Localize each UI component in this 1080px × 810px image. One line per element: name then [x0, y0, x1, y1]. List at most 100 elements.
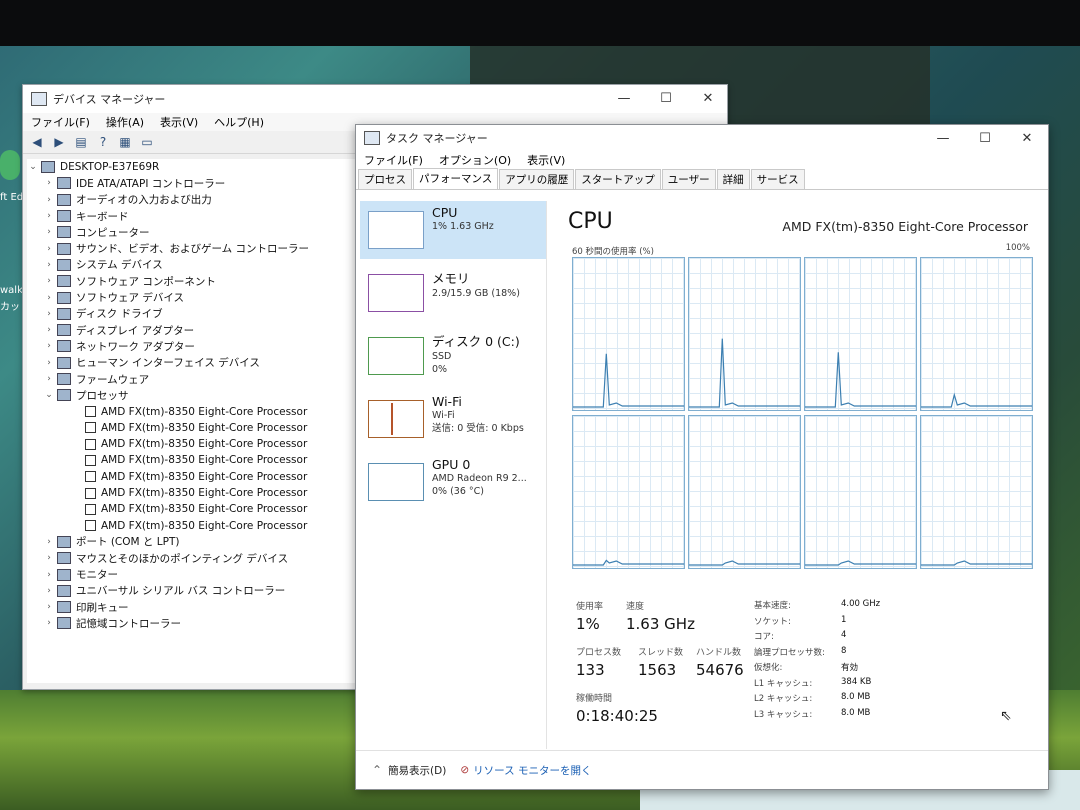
minimize-icon[interactable]: —	[922, 125, 964, 153]
expand-icon[interactable]: ›	[43, 358, 55, 368]
tree-item[interactable]: › サウンド、ビデオ、およびゲーム コントローラー	[27, 240, 359, 256]
processor-icon	[85, 422, 96, 434]
menu-view[interactable]: 表示(V)	[519, 152, 573, 168]
processes-label: プロセス数	[576, 648, 622, 658]
collapse-icon[interactable]: ⌄	[27, 162, 39, 172]
tab-services[interactable]: サービス	[750, 169, 805, 189]
expand-icon[interactable]: ›	[43, 244, 55, 254]
expand-icon[interactable]: ›	[43, 618, 55, 628]
maximize-icon[interactable]: ☐	[645, 85, 687, 113]
monitor-icon[interactable]: ▭	[139, 135, 155, 149]
tree-item[interactable]: › モニター	[27, 566, 359, 582]
tree-item[interactable]: › ソフトウェア コンポーネント	[27, 273, 359, 289]
menu-view[interactable]: 表示(V)	[152, 114, 206, 130]
tab-app-history[interactable]: アプリの履歴	[499, 169, 575, 189]
tab-users[interactable]: ユーザー	[661, 169, 716, 189]
menu-options[interactable]: オプション(O)	[431, 152, 519, 168]
device-category-icon	[57, 307, 71, 320]
tab-performance[interactable]: パフォーマンス	[413, 168, 499, 189]
tree-item[interactable]: › ディスク ドライブ	[27, 306, 359, 322]
expand-icon[interactable]: ›	[43, 260, 55, 270]
tree-item-label: AMD FX(tm)-8350 Eight-Core Processor	[101, 405, 308, 418]
expand-icon[interactable]: ›	[43, 309, 55, 319]
fewer-details-link[interactable]: 簡易表示(D)	[388, 763, 446, 778]
processor-icon	[85, 487, 96, 499]
tree-item[interactable]: AMD FX(tm)-8350 Eight-Core Processor	[27, 452, 359, 468]
tree-item[interactable]: AMD FX(tm)-8350 Eight-Core Processor	[27, 420, 359, 436]
menu-action[interactable]: 操作(A)	[98, 114, 152, 130]
expand-icon[interactable]: ›	[43, 586, 55, 596]
device-manager-titlebar[interactable]: デバイス マネージャー — ☐ ✕	[23, 85, 727, 113]
tree-item[interactable]: › ディスプレイ アダプター	[27, 322, 359, 338]
menu-file[interactable]: ファイル(F)	[356, 152, 431, 168]
task-manager-titlebar[interactable]: タスク マネージャー — ☐ ✕	[356, 125, 1048, 151]
sidebar-item-detail: AMD Radeon R9 2...	[432, 473, 527, 484]
close-icon[interactable]: ✕	[687, 85, 729, 113]
tree-item[interactable]: AMD FX(tm)-8350 Eight-Core Processor	[27, 501, 359, 517]
tree-item[interactable]: AMD FX(tm)-8350 Eight-Core Processor	[27, 485, 359, 501]
tree-item[interactable]: › システム デバイス	[27, 257, 359, 273]
tree-item[interactable]: › ネットワーク アダプター	[27, 338, 359, 354]
tab-processes[interactable]: プロセス	[358, 169, 412, 189]
tree-item[interactable]: › マウスとそのほかのポインティング デバイス	[27, 550, 359, 566]
task-manager-icon	[364, 131, 380, 145]
sidebar-item-wifi[interactable]: Wi-Fi Wi-Fi 送信: 0 受信: 0 Kbps	[360, 390, 546, 448]
forward-arrow-icon[interactable]: ▶	[51, 135, 67, 149]
tree-item[interactable]: › ファームウェア	[27, 371, 359, 387]
tree-root[interactable]: ⌄ DESKTOP-E37E69R	[27, 159, 359, 175]
close-icon[interactable]: ✕	[1006, 125, 1048, 153]
tree-item[interactable]: › コンピューター	[27, 224, 359, 240]
sidebar-item-memory[interactable]: メモリ 2.9/15.9 GB (18%)	[360, 264, 546, 322]
tree-item[interactable]: AMD FX(tm)-8350 Eight-Core Processor	[27, 403, 359, 419]
expand-icon[interactable]: ›	[43, 537, 55, 547]
expand-icon[interactable]: ›	[43, 341, 55, 351]
expand-icon[interactable]: ›	[43, 325, 55, 335]
properties-icon[interactable]: ▤	[73, 135, 89, 149]
resource-monitor-link[interactable]: リソース モニターを開く	[473, 763, 591, 778]
sidebar-item-cpu[interactable]: CPU 1% 1.63 GHz	[360, 201, 546, 259]
tree-item[interactable]: › ユニバーサル シリアル バス コントローラー	[27, 583, 359, 599]
tree-item[interactable]: › 記憶域コントローラー	[27, 615, 359, 631]
device-category-icon	[57, 324, 71, 337]
menu-bar: ファイル(F) オプション(O) 表示(V)	[356, 151, 1048, 169]
expand-icon[interactable]: ›	[43, 602, 55, 612]
tab-startup[interactable]: スタートアップ	[575, 169, 661, 189]
expand-icon[interactable]: ›	[43, 227, 55, 237]
expand-icon[interactable]: ›	[43, 374, 55, 384]
tree-item[interactable]: AMD FX(tm)-8350 Eight-Core Processor	[27, 469, 359, 485]
tree-item[interactable]: ⌄ プロセッサ	[27, 387, 359, 403]
speed-label: 速度	[626, 602, 645, 612]
cpu-core-graph	[688, 415, 801, 569]
expand-icon[interactable]: ›	[43, 553, 55, 563]
menu-file[interactable]: ファイル(F)	[23, 114, 98, 130]
processor-icon	[85, 520, 96, 532]
tree-item[interactable]: › ヒューマン インターフェイス デバイス	[27, 355, 359, 371]
help-icon[interactable]: ?	[95, 135, 111, 149]
expand-icon[interactable]: ›	[43, 211, 55, 221]
tree-item[interactable]: › IDE ATA/ATAPI コントローラー	[27, 175, 359, 191]
menu-help[interactable]: ヘルプ(H)	[206, 114, 272, 130]
tree-item[interactable]: › ポート (COM と LPT)	[27, 534, 359, 550]
tree-item[interactable]: › ソフトウェア デバイス	[27, 289, 359, 305]
device-tree: ⌄ DESKTOP-E37E69R › IDE ATA/ATAPI コントローラー…	[27, 159, 359, 683]
expand-icon[interactable]: ›	[43, 570, 55, 580]
desktop-edge-icon[interactable]	[0, 150, 20, 180]
tree-item[interactable]: AMD FX(tm)-8350 Eight-Core Processor	[27, 436, 359, 452]
expand-icon[interactable]: ›	[43, 276, 55, 286]
maximize-icon[interactable]: ☐	[964, 125, 1006, 153]
tree-item[interactable]: › 印刷キュー	[27, 599, 359, 615]
tree-item[interactable]: › キーボード	[27, 208, 359, 224]
minimize-icon[interactable]: —	[603, 85, 645, 113]
chevron-up-icon[interactable]: ⌃	[372, 763, 382, 777]
sidebar-item-gpu[interactable]: GPU 0 AMD Radeon R9 2... 0% (36 °C)	[360, 453, 546, 511]
expand-icon[interactable]: ›	[43, 293, 55, 303]
tree-item[interactable]: AMD FX(tm)-8350 Eight-Core Processor	[27, 518, 359, 534]
tree-item[interactable]: › オーディオの入力および出力	[27, 192, 359, 208]
back-arrow-icon[interactable]: ◀	[29, 135, 45, 149]
tab-details[interactable]: 詳細	[716, 169, 750, 189]
expand-icon[interactable]: ›	[43, 195, 55, 205]
sidebar-item-disk[interactable]: ディスク 0 (C:) SSD 0%	[360, 327, 546, 385]
expand-icon[interactable]: ⌄	[43, 390, 55, 400]
details-icon[interactable]: ▦	[117, 135, 133, 149]
expand-icon[interactable]: ›	[43, 178, 55, 188]
